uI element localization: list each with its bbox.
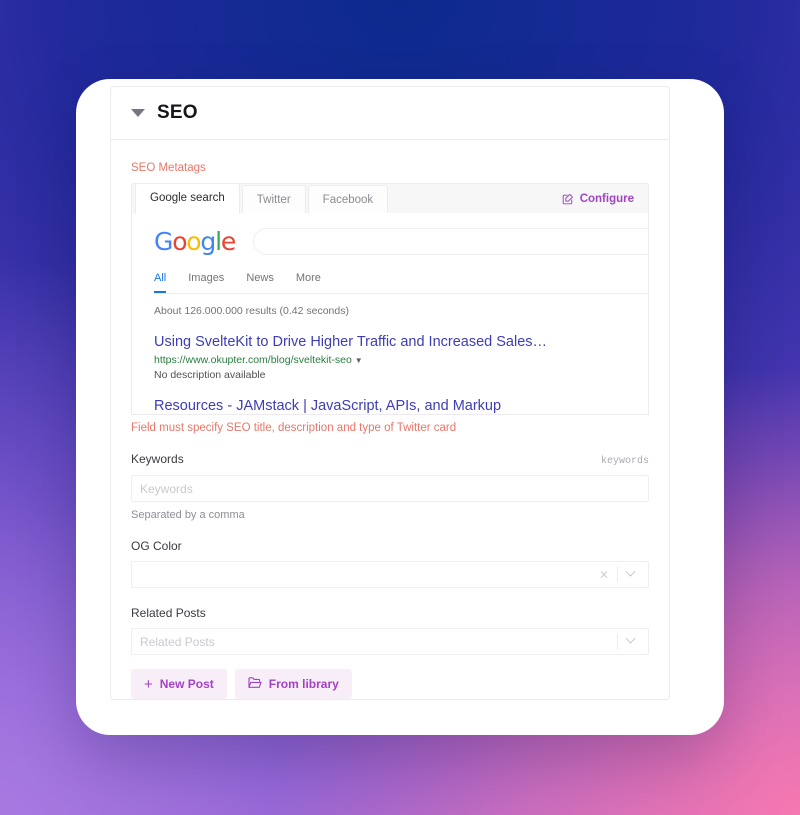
related-posts-field: Related Posts Related Posts + New Post F… bbox=[131, 606, 649, 699]
google-result-stats: About 126.000.000 results (0.42 seconds) bbox=[154, 305, 349, 317]
configure-label: Configure bbox=[579, 193, 634, 205]
close-icon[interactable]: ✕ bbox=[591, 568, 617, 582]
from-library-button[interactable]: From library bbox=[234, 669, 352, 699]
edit-square-icon bbox=[562, 193, 574, 205]
google-search-input[interactable] bbox=[253, 228, 648, 255]
google-nav-images[interactable]: Images bbox=[188, 272, 224, 293]
search-result-url: https://www.okupter.com/blog/sveltekit-s… bbox=[154, 354, 648, 366]
related-posts-label: Related Posts bbox=[131, 606, 206, 620]
tab-twitter[interactable]: Twitter bbox=[241, 185, 306, 213]
seo-metatags-label: SEO Metatags bbox=[131, 162, 206, 174]
related-posts-input[interactable]: Related Posts bbox=[131, 628, 649, 655]
og-color-input[interactable]: ✕ bbox=[131, 561, 649, 588]
seo-panel: SEO SEO Metatags Google search Twitter F… bbox=[110, 86, 670, 700]
related-posts-placeholder: Related Posts bbox=[140, 634, 215, 649]
search-result-description: No description available bbox=[154, 369, 266, 381]
og-color-label: OG Color bbox=[131, 539, 182, 553]
seo-field-error: Field must specify SEO title, descriptio… bbox=[131, 422, 457, 434]
keywords-key-hint: keywords bbox=[600, 456, 649, 467]
keywords-input[interactable]: Keywords bbox=[131, 475, 649, 502]
new-post-button[interactable]: + New Post bbox=[131, 669, 227, 699]
chevron-down-icon[interactable] bbox=[618, 566, 640, 578]
keywords-placeholder: Keywords bbox=[140, 481, 193, 496]
search-result-title-2[interactable]: Resources - JAMstack | JavaScript, APIs,… bbox=[154, 397, 648, 414]
search-result-title[interactable]: Using SvelteKit to Drive Higher Traffic … bbox=[154, 333, 648, 351]
related-posts-actions: + New Post From library bbox=[131, 669, 649, 699]
search-result-item: Using SvelteKit to Drive Higher Traffic … bbox=[154, 333, 648, 381]
tab-facebook[interactable]: Facebook bbox=[307, 185, 389, 213]
keywords-field: Keywords keywords Keywords Separated by … bbox=[131, 452, 649, 521]
google-header-row: Google bbox=[154, 227, 648, 256]
og-color-addons: ✕ bbox=[591, 566, 640, 582]
editor-card: SEO SEO Metatags Google search Twitter F… bbox=[76, 79, 724, 735]
caret-down-icon[interactable] bbox=[131, 109, 145, 117]
related-posts-addons bbox=[617, 633, 640, 649]
google-search-preview: Google All Images News More About 126.00… bbox=[131, 213, 649, 415]
og-color-field: OG Color ✕ bbox=[131, 539, 649, 588]
google-logo: Google bbox=[154, 227, 236, 256]
keywords-helper-text: Separated by a comma bbox=[131, 509, 245, 521]
new-post-label: New Post bbox=[159, 677, 214, 691]
google-nav-news[interactable]: News bbox=[246, 272, 274, 293]
seo-panel-body: SEO Metatags Google search Twitter Faceb… bbox=[111, 140, 669, 699]
search-result-url-text: https://www.okupter.com/blog/sveltekit-s… bbox=[154, 354, 352, 366]
google-nav-tabs: All Images News More bbox=[154, 272, 648, 294]
plus-icon: + bbox=[144, 675, 153, 693]
keywords-label: Keywords bbox=[131, 452, 184, 466]
configure-button[interactable]: Configure bbox=[562, 193, 648, 213]
folder-open-icon bbox=[248, 676, 262, 692]
seo-panel-header[interactable]: SEO bbox=[111, 87, 669, 140]
google-nav-more[interactable]: More bbox=[296, 272, 321, 293]
from-library-label: From library bbox=[268, 677, 339, 691]
page-title: SEO bbox=[157, 102, 198, 123]
caret-down-icon[interactable]: ▼ bbox=[355, 356, 363, 365]
google-nav-all[interactable]: All bbox=[154, 272, 167, 293]
tab-google-search[interactable]: Google search bbox=[135, 183, 240, 214]
seo-preview-tabs: Google search Twitter Facebook Configure bbox=[131, 183, 649, 214]
chevron-down-icon[interactable] bbox=[618, 633, 640, 645]
